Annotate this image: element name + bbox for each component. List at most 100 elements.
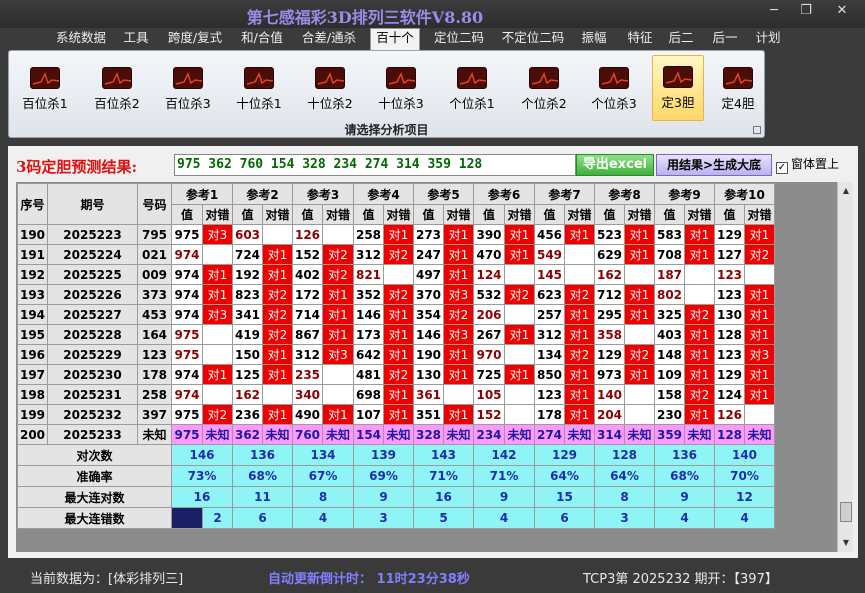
ribbon-button[interactable]: 十位杀1 [229,57,289,115]
ref-value: 126 [292,224,323,245]
menu-item[interactable]: 百十个 [370,28,420,50]
ribbon-button[interactable]: 个位杀1 [442,57,502,115]
maximize-button[interactable]: ❐ [792,3,820,18]
ribbon-button[interactable]: 十位杀3 [371,57,431,115]
ref-header: 参考5 [413,183,474,205]
menu-item[interactable]: 计划 [752,29,784,49]
table-row[interactable]: 198 2025231 258 974 162 340 698 对1 361 105 123 对1 14… [17,384,775,405]
ref-value: 975 [171,344,203,365]
ribbon-button[interactable]: 个位杀2 [514,57,574,115]
ref-hit: 对1 [744,324,775,345]
ref-hit: 对2 [684,304,715,325]
menu-item[interactable]: 定位二码 [430,29,488,49]
ref-hit [624,404,655,425]
menu-item[interactable]: 后二 [664,29,698,49]
ribbon-button[interactable]: 个位杀3 [584,57,644,115]
ribbon-button[interactable]: 百位杀3 [158,57,218,115]
pin-window-checkbox[interactable]: ✓ 窗体置上 [776,155,839,174]
menu-item[interactable]: 特征 [621,29,659,49]
ref-hit: 对1 [624,224,655,245]
ribbon-button-label: 百位杀3 [165,96,211,111]
prediction-row[interactable]: 200 2025233 未知 975 未知 362 未知 760 未知 154 未知 328 未知 234… [17,424,775,445]
stats-value: 9 [654,486,715,508]
ref-header: 参考3 [292,183,354,205]
sub-header: 值 [534,204,565,225]
ref-hit: 对1 [443,264,474,285]
scroll-thumb[interactable] [840,502,852,522]
table-row[interactable]: 191 2025224 021 974 724 对1 152 对2 312 对2 247 对1 470 对… [17,244,775,265]
sub-header: 对错 [322,204,354,225]
ref-value: 419 [232,324,263,345]
stats-value: 73% [171,465,233,487]
sub-header: 对错 [443,204,474,225]
menu-item[interactable]: 不定位二码 [497,29,569,49]
ref-value: 145 [534,264,565,285]
ref-value: 523 [594,224,625,245]
table-row[interactable]: 190 2025223 795 975 对3 603 126 258 对1 273 对1 390 对1 4… [17,224,775,245]
minimize-button[interactable]: ─ [760,3,788,18]
table-row[interactable]: 195 2025228 164 975 419 对2 867 对1 173 对1 146 对3 267 对… [17,324,775,345]
ref-value: 361 [413,384,444,405]
generate-base-button[interactable]: 用结果>生成大底 [656,154,772,176]
ref-value: 204 [594,404,625,425]
ref-value: 549 [534,244,565,265]
vertical-scrollbar[interactable]: ▲ ▼ [837,182,853,552]
ref-value: 724 [232,244,263,265]
ribbon-button[interactable]: 十位杀2 [300,57,360,115]
scroll-down-icon[interactable]: ▼ [840,536,852,550]
chart-icon [723,67,753,89]
menu-item[interactable]: 后一 [708,29,742,49]
ribbon-button[interactable]: 百位杀2 [87,57,147,115]
table-row[interactable]: 199 2025232 397 975 对2 236 对1 490 对1 107 对1 351 对1 15… [17,404,775,425]
menu-item[interactable]: 合差/通杀 [296,29,362,49]
stats-value: 136 [232,444,293,466]
table-row[interactable]: 196 2025229 123 975 150 对1 312 对3 642 对1 190 对1 970 1… [17,344,775,365]
ref-value: 974 [171,384,203,405]
ref-hit: 对1 [684,244,715,265]
ribbon-button[interactable]: 百位杀1 [15,57,75,115]
menu-item[interactable]: 和/合值 [238,29,286,49]
close-button[interactable]: ✕ [828,3,856,18]
row-period: 2025233 [47,424,138,445]
ref-hit: 对3 [202,224,233,245]
checkbox-icon[interactable]: ✓ [776,162,788,174]
table-row[interactable]: 193 2025226 373 974 对1 823 对2 172 对1 352 对2 370 对3 53… [17,284,775,305]
scroll-up-icon[interactable]: ▲ [840,184,852,198]
chart-icon [315,67,345,89]
row-period: 2025232 [47,404,138,425]
stats-value: 16 [171,486,233,508]
ref-value: 235 [292,364,323,385]
ref-hit: 对1 [564,364,595,385]
sub-header: 对错 [624,204,655,225]
table-row[interactable]: 197 2025230 178 974 对1 125 对1 235 481 对2 130 对1 725 对… [17,364,775,385]
export-excel-button[interactable]: 导出excel [576,154,654,176]
menu-item[interactable]: 系统数据 [52,29,110,49]
countdown-text: 自动更新倒计时： 11时23分38秒 [268,572,470,587]
result-field[interactable]: 975 362 760 154 328 234 274 314 359 128 [174,154,576,176]
ref-hit [684,264,715,285]
ref-hit: 对1 [684,364,715,385]
menu-item[interactable]: 工具 [118,29,154,49]
ref-value: 642 [353,344,384,365]
menu-item[interactable]: 跨度/复式 [162,29,228,49]
ref-value: 206 [473,304,505,325]
row-period: 2025229 [47,344,138,365]
ref-value: 712 [594,284,625,305]
ref-hit: 对1 [443,364,474,385]
stats-value: 6 [232,507,293,529]
ref-value: 823 [232,284,263,305]
ref-value: 390 [473,224,505,245]
window-title: 第七感福彩3D排列三软件V8.80 [246,8,484,27]
ribbon-button[interactable]: 定3胆 [652,55,704,121]
ref-value: 192 [232,264,263,285]
menu-item[interactable]: 振幅 [576,29,612,49]
table-row[interactable]: 194 2025227 453 974 对3 341 对2 714 对1 146 对1 354 对2 20… [17,304,775,325]
table-row[interactable]: 192 2025225 009 974 对1 192 对1 402 对2 821 497 对1 124 1… [17,264,775,285]
ribbon-button[interactable]: 定4胆 [712,57,764,115]
stats-value: 143 [413,444,474,466]
row-number: 795 [137,224,172,245]
ref-value: 146 [353,304,384,325]
ribbon-expand-icon[interactable] [753,126,761,134]
stats-value: 8 [292,486,354,508]
ref-value: 178 [534,404,565,425]
